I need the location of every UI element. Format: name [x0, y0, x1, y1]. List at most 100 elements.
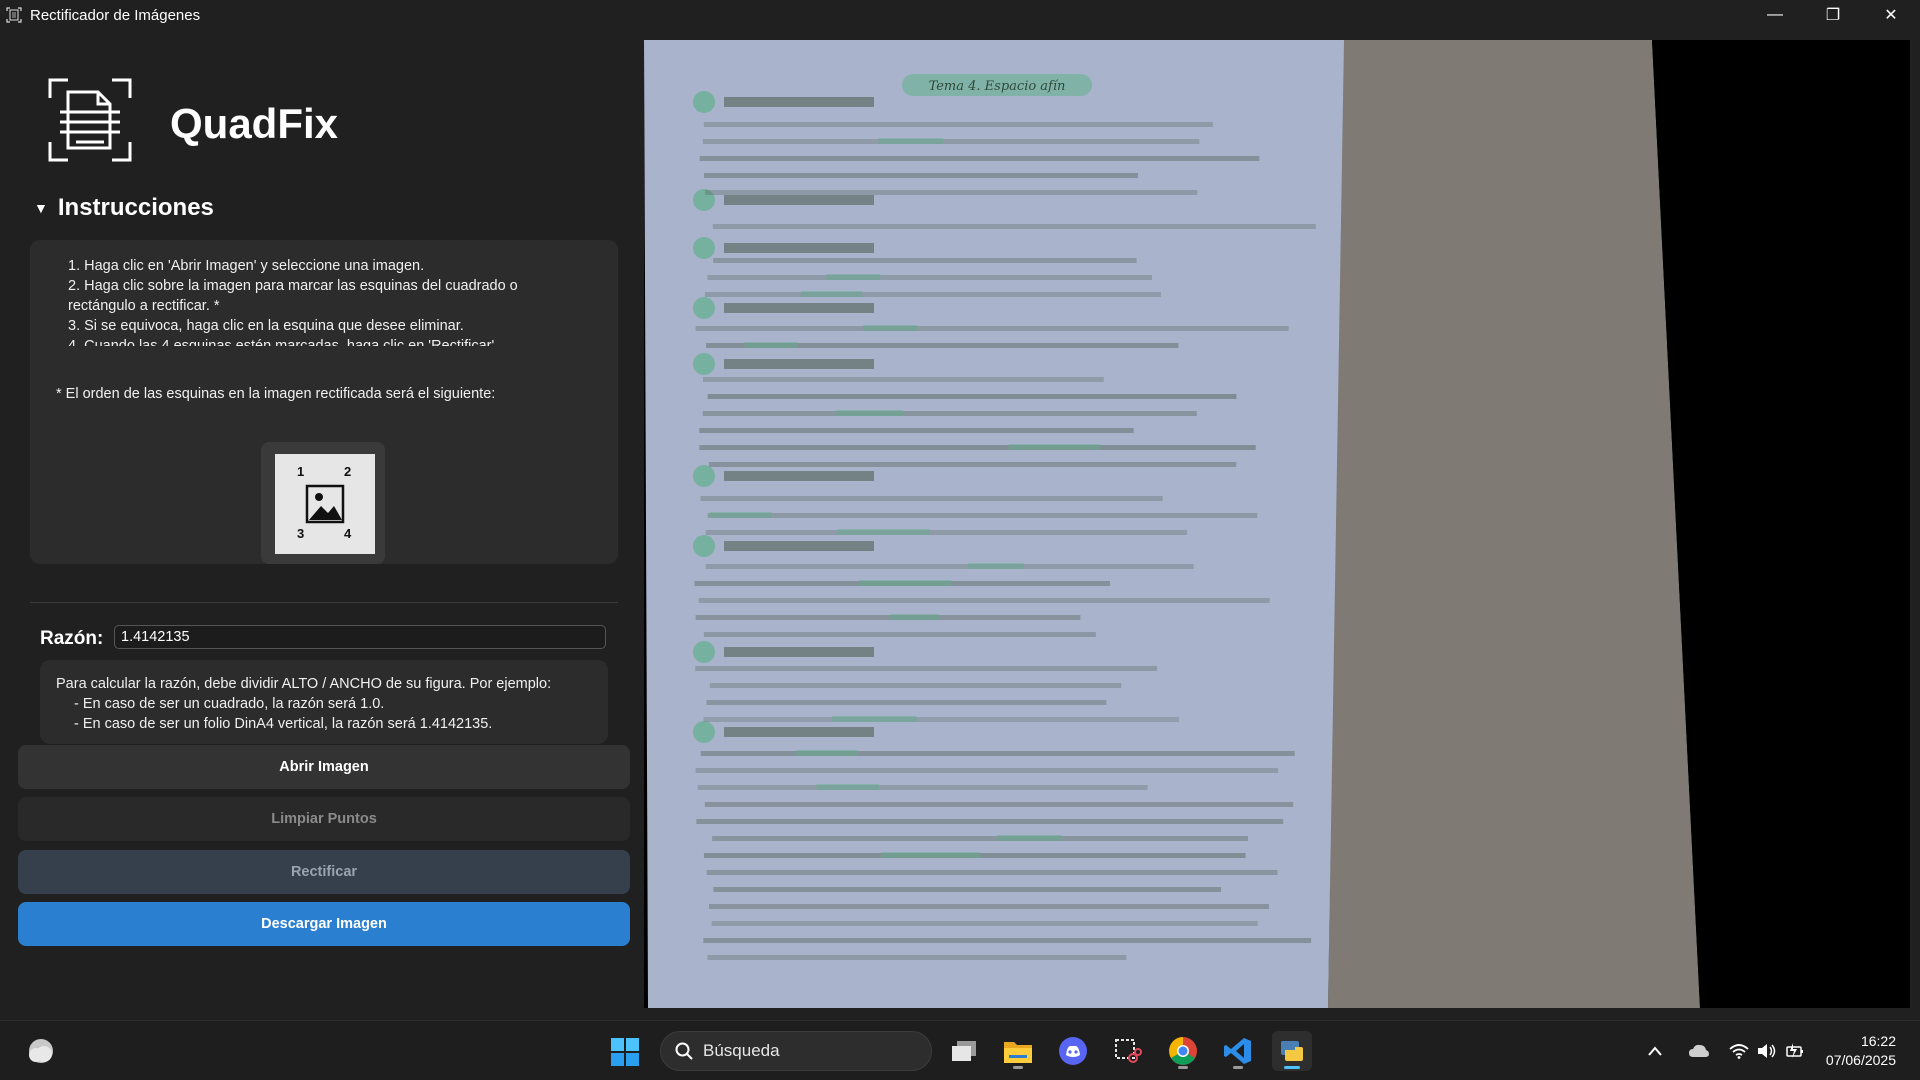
title-bar: Rectificador de Imágenes — ❐ ✕ — [0, 0, 1920, 30]
section-heading-scribble — [724, 97, 874, 107]
section-heading-scribble — [724, 195, 874, 205]
text-line-scribble — [703, 717, 1179, 722]
text-line-scribble — [706, 870, 1278, 875]
image-preview[interactable]: Tema 4. Espacio afín — [644, 40, 1910, 1008]
minimize-button[interactable]: — — [1746, 0, 1804, 30]
taskbar: Búsqueda 16:22 07/06/2025 — [0, 1020, 1920, 1080]
wifi-icon[interactable] — [1726, 1038, 1752, 1064]
section-heading-scribble — [724, 541, 874, 551]
text-line-scribble — [702, 411, 1197, 416]
text-line-scribble — [695, 768, 1279, 773]
preview-canvas[interactable]: Tema 4. Espacio afín — [644, 40, 1910, 1008]
folder-icon — [1004, 1042, 1032, 1063]
restore-button[interactable]: ❐ — [1804, 0, 1862, 30]
divider — [30, 602, 618, 603]
instructions-panel: 1. Haga clic en 'Abrir Imagen' y selecci… — [30, 240, 618, 564]
text-line-scribble — [713, 887, 1222, 892]
instructions-toggle[interactable]: ▼ Instrucciones — [34, 194, 214, 222]
highlight-scribble — [744, 342, 799, 348]
highlight-scribble — [997, 835, 1062, 841]
text-line-scribble — [697, 785, 1148, 790]
highlight-scribble — [837, 529, 930, 535]
vs-code-icon — [1224, 1038, 1251, 1064]
snipping-tool-button[interactable] — [1107, 1031, 1147, 1071]
text-line-scribble — [707, 394, 1237, 399]
taskbar-search[interactable]: Búsqueda — [660, 1031, 932, 1071]
highlight-scribble — [863, 325, 918, 331]
weather-icon[interactable] — [26, 1037, 56, 1065]
text-line-scribble — [708, 462, 1237, 467]
clear-points-button[interactable]: Limpiar Puntos — [18, 797, 630, 841]
section-number-marker — [693, 91, 715, 113]
text-line-scribble — [700, 496, 1163, 501]
volume-icon[interactable] — [1754, 1038, 1780, 1064]
download-image-button[interactable]: Descargar Imagen — [18, 902, 630, 946]
chevron-up-icon[interactable] — [1642, 1038, 1668, 1064]
snipping-tool-icon — [1115, 1039, 1142, 1063]
text-line-scribble — [706, 700, 1107, 705]
text-line-scribble — [707, 955, 1127, 960]
text-line-scribble — [711, 921, 1258, 926]
text-line-scribble — [699, 428, 1134, 433]
python-app-button[interactable] — [1272, 1031, 1312, 1071]
file-explorer-button[interactable] — [998, 1031, 1038, 1071]
ratio-input[interactable] — [114, 625, 606, 649]
corner-order-note: * El orden de las esquinas en la imagen … — [56, 386, 496, 402]
instructions-text[interactable]: 1. Haga clic en 'Abrir Imagen' y selecci… — [68, 256, 588, 346]
section-number-marker — [693, 237, 715, 259]
text-line-scribble — [705, 190, 1198, 195]
section-number-marker — [693, 353, 715, 375]
app-icon — [6, 7, 22, 23]
window-title: Rectificador de Imágenes — [30, 6, 201, 24]
onedrive-icon[interactable] — [1686, 1038, 1712, 1064]
section-heading-scribble — [724, 727, 874, 737]
text-line-scribble — [704, 292, 1161, 297]
highlight-scribble — [878, 138, 944, 144]
text-line-scribble — [709, 683, 1122, 688]
text-line-scribble — [695, 666, 1158, 671]
chrome-button[interactable] — [1163, 1031, 1203, 1071]
running-indicator — [1178, 1066, 1188, 1069]
task-view-button[interactable] — [944, 1031, 984, 1071]
text-line-scribble — [709, 904, 1269, 909]
highlight-scribble — [801, 291, 863, 297]
corner-order-figure: 1 2 3 4 — [261, 442, 385, 564]
search-placeholder: Búsqueda — [703, 1041, 780, 1060]
task-view-icon — [952, 1041, 976, 1061]
highlight-scribble — [816, 784, 880, 790]
system-tray: 16:22 07/06/2025 — [1640, 1021, 1920, 1080]
section-heading-scribble — [724, 647, 874, 657]
image-icon — [305, 484, 345, 524]
app-brand: QuadFix — [170, 100, 339, 147]
text-line-scribble — [702, 139, 1200, 144]
battery-icon[interactable] — [1782, 1038, 1808, 1064]
highlight-scribble — [881, 852, 981, 858]
windows-start-icon[interactable] — [610, 1037, 640, 1067]
highlight-scribble — [826, 274, 881, 280]
active-indicator — [1284, 1066, 1300, 1069]
text-line-scribble — [696, 819, 1284, 824]
section-number-marker — [693, 641, 715, 663]
python-icon — [1281, 1041, 1303, 1061]
vs-code-button[interactable] — [1218, 1031, 1258, 1071]
text-line-scribble — [703, 173, 1139, 178]
section-heading-scribble — [724, 303, 874, 313]
document-title: Tema 4. Espacio afín — [929, 79, 1066, 94]
rectify-button[interactable]: Rectificar — [18, 850, 630, 894]
chrome-icon — [1169, 1037, 1197, 1065]
search-icon — [675, 1042, 693, 1060]
running-indicator — [1233, 1066, 1243, 1069]
corner-order-card: 1 2 3 4 — [275, 454, 375, 554]
clock-time: 16:22 — [1860, 1033, 1896, 1049]
background-wall — [1328, 40, 1700, 1008]
clock[interactable]: 16:22 07/06/2025 — [1826, 1032, 1896, 1070]
instructions-heading: Instrucciones — [57, 194, 214, 221]
text-line-scribble — [703, 122, 1213, 127]
open-image-button[interactable]: Abrir Imagen — [18, 745, 630, 789]
corner-number: 4 — [344, 526, 352, 541]
close-button[interactable]: ✕ — [1862, 0, 1920, 30]
corner-number: 2 — [344, 464, 352, 479]
discord-button[interactable] — [1053, 1031, 1093, 1071]
text-line-scribble — [698, 598, 1270, 603]
instruction-step: 2. Haga clic sobre la imagen para marcar… — [68, 278, 518, 314]
